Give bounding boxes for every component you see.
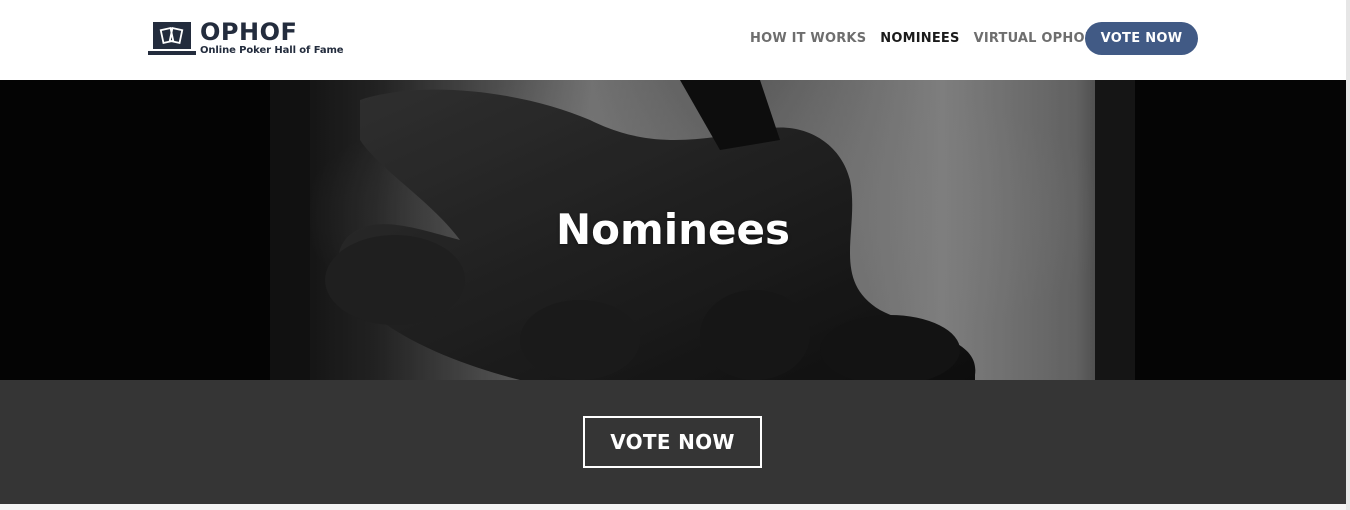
vote-cta-band: VOTE NOW [0, 380, 1346, 504]
nav-item-how-it-works[interactable]: HOW IT WORKS [750, 22, 866, 56]
nav-item-nominees[interactable]: NOMINEES [880, 22, 959, 56]
nav-item-virtual-ophof[interactable]: VIRTUAL OPHOF [974, 22, 1094, 56]
page: OPHOF Online Poker Hall of Fame HOW IT W… [0, 0, 1350, 510]
cards-logo-icon [148, 22, 196, 55]
vote-now-button[interactable]: VOTE NOW [583, 416, 762, 468]
logo-link[interactable]: OPHOF Online Poker Hall of Fame [148, 18, 363, 60]
hero-banner: Nominees [0, 80, 1346, 380]
main-nav: HOW IT WORKS NOMINEES VIRTUAL OPHOF [750, 22, 1108, 56]
page-title: Nominees [555, 205, 791, 254]
brand-subtitle: Online Poker Hall of Fame [200, 45, 344, 56]
site-header: OPHOF Online Poker Hall of Fame HOW IT W… [0, 0, 1346, 80]
brand-title: OPHOF [200, 18, 298, 46]
page-scrollbar[interactable] [1346, 0, 1350, 510]
header-vote-now-button[interactable]: VOTE NOW [1085, 22, 1198, 55]
